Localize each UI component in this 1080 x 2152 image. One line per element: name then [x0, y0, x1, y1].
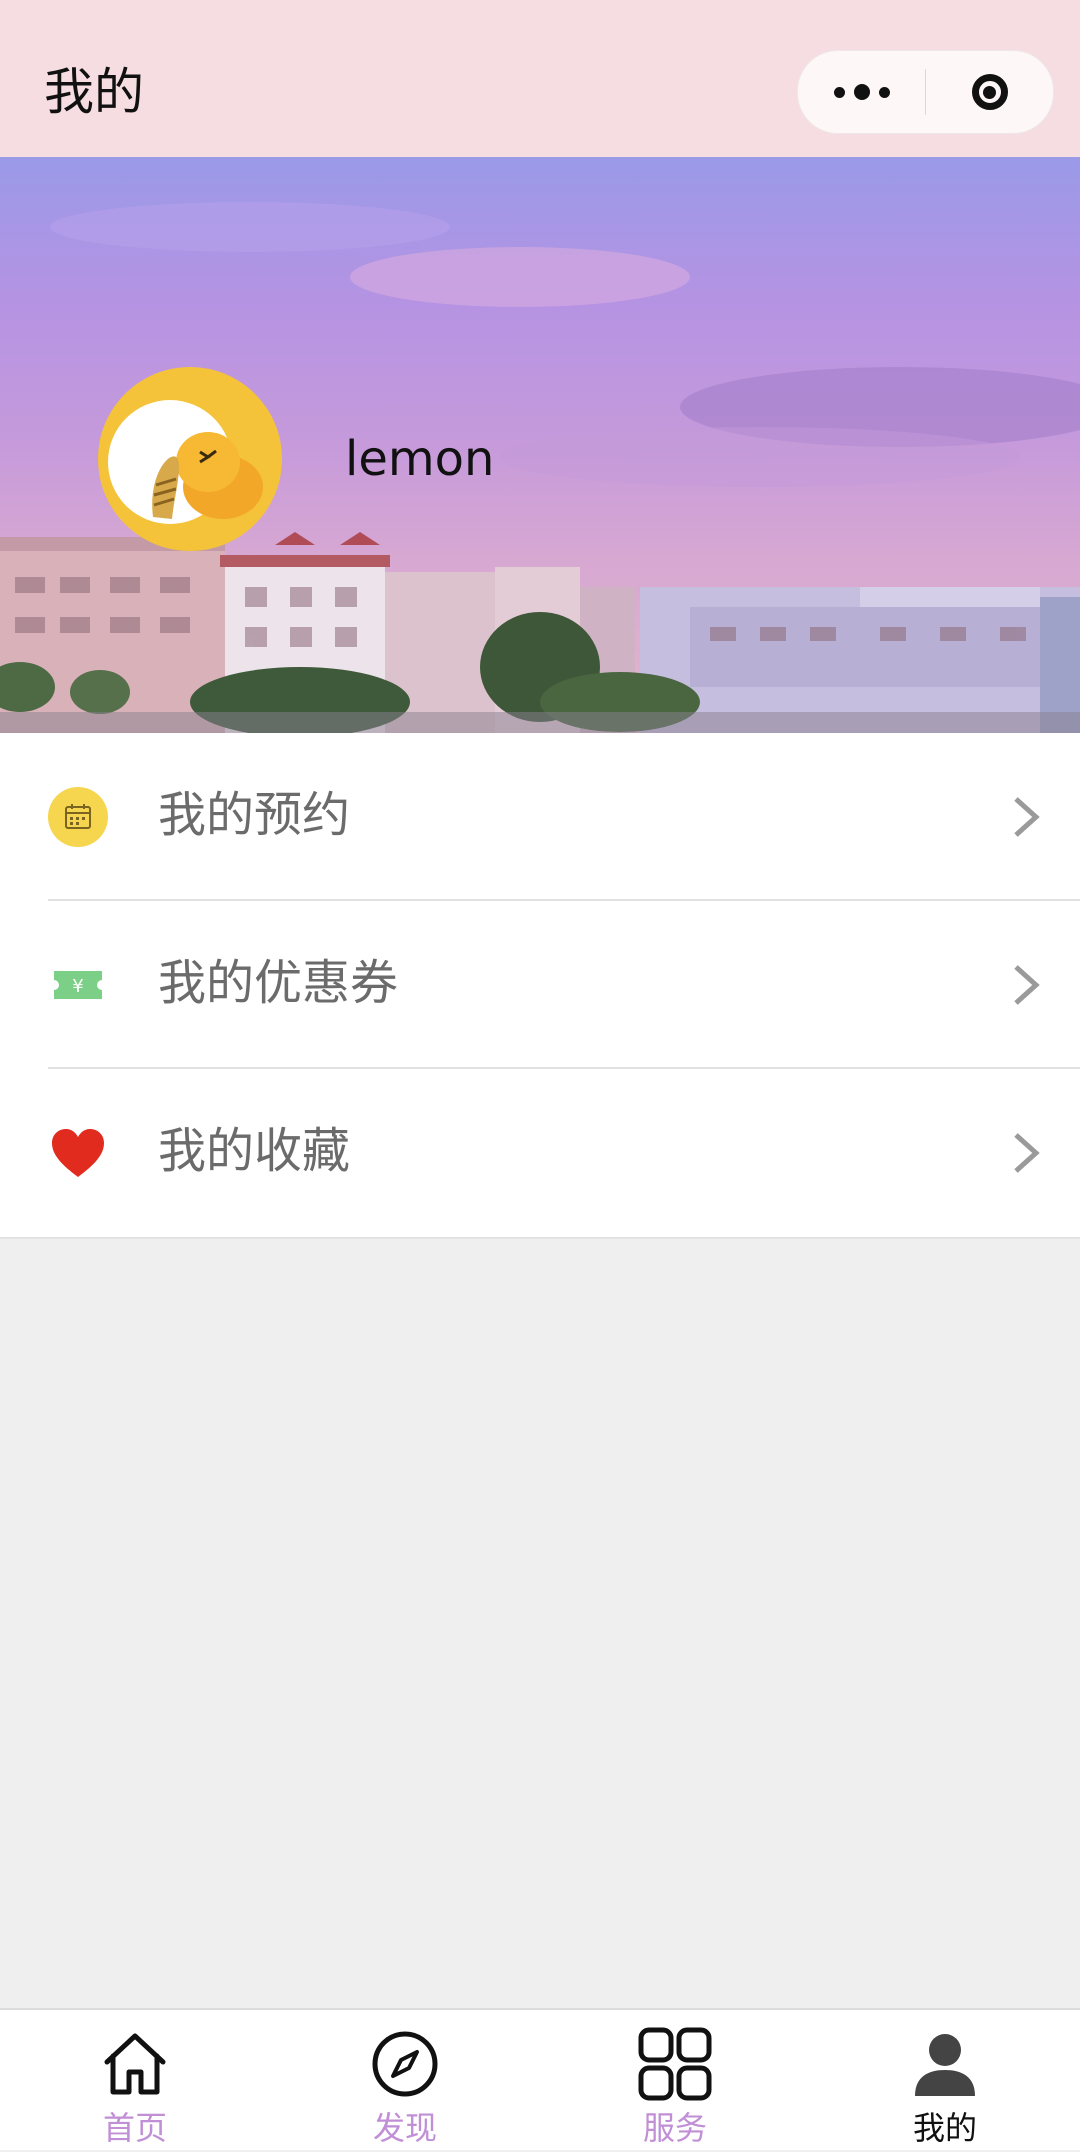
menu-item-label: 我的预约 [158, 787, 351, 843]
tab-bar: 首页 发现 服务 我的 [0, 2008, 1080, 2150]
user-icon [915, 2034, 975, 2096]
tab-mine[interactable]: 我的 [810, 2010, 1080, 2152]
tab-services[interactable]: 服务 [540, 2010, 810, 2152]
mini-program-capsule [797, 50, 1054, 134]
tab-label: 服务 [642, 2109, 707, 2147]
calendar-icon [48, 787, 108, 847]
chevron-right-icon [1014, 797, 1040, 837]
target-close-icon[interactable] [926, 51, 1053, 133]
profile-banner: lemon [0, 157, 1080, 733]
coupon-icon: ¥ [48, 955, 108, 1015]
username: lemon [345, 431, 495, 487]
menu-item-label: 我的收藏 [158, 1123, 351, 1179]
chevron-right-icon [1014, 1133, 1040, 1173]
svg-text:¥: ¥ [72, 976, 83, 997]
menu-item-coupons[interactable]: ¥ 我的优惠券 [0, 901, 1080, 1069]
page-title: 我的 [44, 63, 144, 121]
cartoon-avatar-icon[interactable] [98, 367, 282, 551]
tab-label: 首页 [102, 2109, 167, 2147]
chevron-right-icon [1014, 965, 1040, 1005]
heart-icon [48, 1123, 108, 1183]
grid-icon [638, 2027, 712, 2101]
tab-home[interactable]: 首页 [0, 2010, 270, 2152]
more-dots-icon[interactable] [798, 51, 925, 133]
profile-menu: 我的预约 ¥ 我的优惠券 我的收藏 [0, 733, 1080, 1239]
menu-item-label: 我的优惠券 [158, 955, 399, 1011]
nav-bar: 我的 [0, 0, 1080, 157]
home-icon [104, 2033, 166, 2095]
compass-icon [372, 2031, 438, 2097]
tab-discover[interactable]: 发现 [270, 2010, 540, 2152]
tab-label: 发现 [372, 2109, 437, 2147]
menu-item-favorites[interactable]: 我的收藏 [0, 1069, 1080, 1237]
menu-item-appointments[interactable]: 我的预约 [0, 733, 1080, 901]
tab-label: 我的 [912, 2109, 977, 2147]
